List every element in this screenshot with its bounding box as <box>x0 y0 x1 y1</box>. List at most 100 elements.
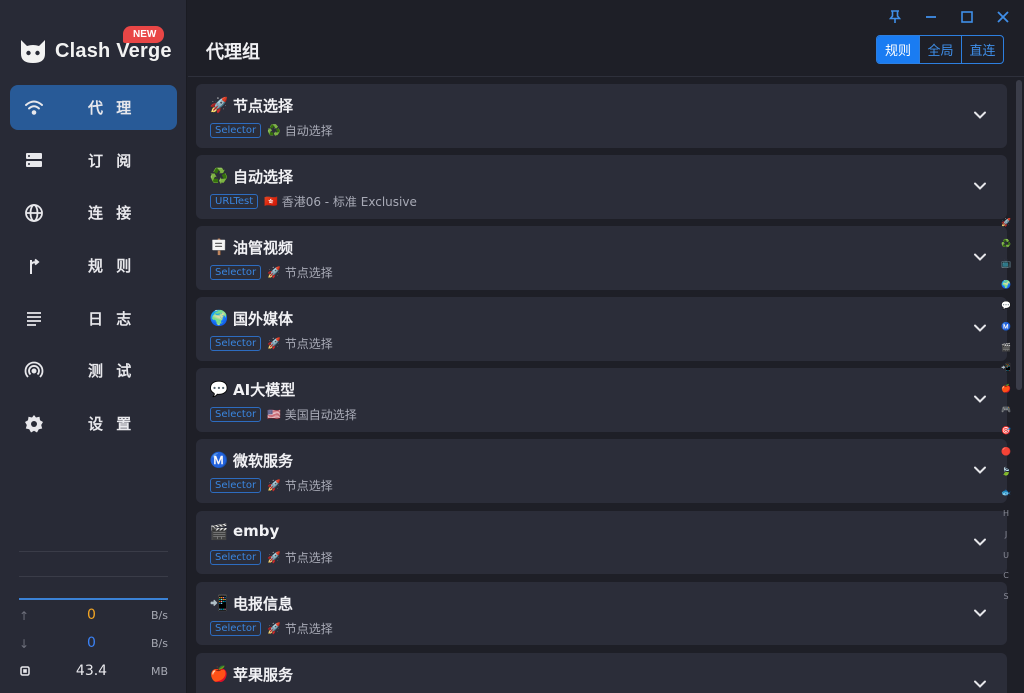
chevron-down-icon[interactable] <box>973 463 987 477</box>
scrollbar-thumb[interactable] <box>1016 80 1022 390</box>
chevron-down-icon[interactable] <box>973 677 987 691</box>
group-emoji-icon: ♻️ <box>209 167 229 186</box>
minimize-icon[interactable] <box>920 6 942 28</box>
proxy-group-card[interactable]: Ⓜ️ 微软服务 Selector 🚀 节点选择 <box>196 439 1007 503</box>
group-current-proxy: 🚀 节点选择 <box>267 549 333 566</box>
chevron-down-icon[interactable] <box>973 179 987 193</box>
group-current-proxy: ♻️ 自动选择 <box>267 122 333 139</box>
group-name: 微软服务 <box>233 452 294 471</box>
pin-icon[interactable] <box>884 6 906 28</box>
index-bar-item[interactable]: 💬 <box>997 295 1015 316</box>
chevron-down-icon[interactable] <box>973 250 987 264</box>
group-emoji-icon: 🍎 <box>209 664 229 683</box>
maximize-icon[interactable] <box>956 6 978 28</box>
sidebar-item-profiles[interactable]: 订 阅 <box>10 138 177 183</box>
mode-rule-button[interactable]: 规则 <box>877 36 919 63</box>
chevron-down-icon[interactable] <box>973 321 987 335</box>
group-emoji-icon: 📲 <box>209 593 229 612</box>
index-bar-item[interactable]: 🎬 <box>997 337 1015 358</box>
index-bar-item[interactable]: 🍎 <box>997 378 1015 399</box>
current-proxy-emoji-icon: 🚀 <box>267 266 281 280</box>
group-emoji-icon: 🌍 <box>209 309 229 328</box>
group-emoji-icon: 🎬 <box>209 522 229 541</box>
chevron-down-icon[interactable] <box>973 392 987 406</box>
group-current-proxy: 🚀 节点选择 <box>267 620 333 637</box>
scrollbar[interactable] <box>1016 80 1022 693</box>
current-proxy-emoji-icon: 🚀 <box>267 621 281 635</box>
group-type-badge: Selector <box>210 620 262 636</box>
close-icon[interactable] <box>992 6 1014 28</box>
fork-icon <box>24 256 44 276</box>
group-index-bar: 🚀 ♻️ 📺 🌍 💬 Ⓜ️ 🎬 📲 🍎 🎮 🎯 🔴 🍃 🐟 H J U C S <box>997 212 1015 607</box>
proxy-group-card[interactable]: 🌍 国外媒体 Selector 🚀 节点选择 <box>196 297 1007 361</box>
download-speed: ↓ 0 B/s <box>19 635 168 655</box>
index-bar-item[interactable]: J <box>997 524 1015 545</box>
server-icon <box>24 150 44 170</box>
download-value: 0 <box>87 635 96 651</box>
sidebar-item-test[interactable]: 测 试 <box>10 348 177 393</box>
index-bar-item[interactable]: ♻️ <box>997 233 1015 254</box>
group-type-badge: Selector <box>210 549 262 565</box>
index-bar-item[interactable]: 🔴 <box>997 441 1015 462</box>
upload-value: 0 <box>87 607 96 623</box>
header-divider <box>188 76 1024 77</box>
index-bar-item[interactable]: 📲 <box>997 358 1015 379</box>
index-bar-item[interactable]: 🎯 <box>997 420 1015 441</box>
divider <box>19 551 168 552</box>
proxy-group-card[interactable]: 💬 AI大模型 Selector 🇺🇸 美国自动选择 <box>196 368 1007 432</box>
sidebar-item-connections[interactable]: 连 接 <box>10 190 177 235</box>
index-bar-item[interactable]: 🎮 <box>997 399 1015 420</box>
current-proxy-emoji-icon: 🇺🇸 <box>267 408 281 422</box>
chevron-down-icon[interactable] <box>973 108 987 122</box>
group-current-proxy: 🚀 节点选择 <box>267 477 333 494</box>
index-bar-item[interactable]: U <box>997 545 1015 566</box>
memory-usage: 43.4 MB <box>19 663 168 683</box>
mode-direct-button[interactable]: 直连 <box>961 36 1003 63</box>
sidebar-item-rules[interactable]: 规 则 <box>10 243 177 288</box>
index-bar-item[interactable]: Ⓜ️ <box>997 316 1015 337</box>
index-bar-item[interactable]: C <box>997 566 1015 587</box>
sidebar-nav: 代 理 订 阅 连 接 规 则 日 志 测 试 设 置 <box>10 85 177 454</box>
memory-unit: MB <box>150 665 168 678</box>
group-current-proxy: 🇭🇰 香港06 - 标准 Exclusive <box>264 193 417 210</box>
divider <box>19 576 168 577</box>
group-current-proxy: 🇺🇸 美国自动选择 <box>267 406 357 423</box>
index-bar-item[interactable]: 🍃 <box>997 462 1015 483</box>
cat-logo-icon <box>21 40 45 63</box>
proxy-group-list: 🚀 节点选择 Selector ♻️ 自动选择 ♻️ 自动选择 URLTest 🇭🇰 香港06 -… <box>196 84 1007 693</box>
group-name: 国外媒体 <box>233 310 294 329</box>
current-proxy-emoji-icon: 🇭🇰 <box>264 195 278 209</box>
proxy-group-card[interactable]: 📲 电报信息 Selector 🚀 节点选择 <box>196 581 1007 646</box>
current-proxy-name: 自动选择 <box>284 124 333 138</box>
gear-icon <box>24 414 44 434</box>
proxy-group-card[interactable]: ♻️ 自动选择 URLTest 🇭🇰 香港06 - 标准 Exclusive <box>196 155 1007 219</box>
sidebar-item-settings[interactable]: 设 置 <box>10 401 177 446</box>
current-proxy-emoji-icon: ♻️ <box>267 124 281 137</box>
new-badge: NEW <box>123 26 165 43</box>
index-bar-item[interactable]: H <box>997 503 1015 524</box>
sidebar-item-logs[interactable]: 日 志 <box>10 296 177 341</box>
chevron-down-icon[interactable] <box>973 606 987 620</box>
group-name: emby <box>233 521 280 540</box>
group-current-proxy: 🚀 节点选择 <box>267 264 333 281</box>
chevron-down-icon[interactable] <box>973 535 987 549</box>
group-emoji-icon: 🪧 <box>209 238 229 257</box>
proxy-mode-switch: 规则 全局 直连 <box>876 35 1004 64</box>
sidebar-item-proxies[interactable]: 代 理 <box>10 85 177 130</box>
proxy-group-card[interactable]: 🪧 油管视频 Selector 🚀 节点选择 <box>196 226 1007 290</box>
index-bar-item[interactable]: 📺 <box>997 254 1015 275</box>
index-bar-item[interactable]: 🌍 <box>997 274 1015 295</box>
proxy-group-card[interactable]: 🎬 emby Selector 🚀 节点选择 <box>196 510 1007 575</box>
index-bar-item[interactable]: 🚀 <box>997 212 1015 233</box>
current-proxy-name: 节点选择 <box>284 266 333 281</box>
group-emoji-icon: 💬 <box>209 380 229 399</box>
index-bar-item[interactable]: 🐟 <box>997 482 1015 503</box>
proxy-group-card[interactable]: 🍎 苹果服务 <box>196 652 1007 693</box>
sidebar-item-label: 测 试 <box>88 362 136 381</box>
group-type-badge: Selector <box>210 478 262 494</box>
proxy-group-card[interactable]: 🚀 节点选择 Selector ♻️ 自动选择 <box>196 84 1007 148</box>
sidebar: Clash Verge NEW 代 理 订 阅 连 接 规 则 日 志 测 试 … <box>0 0 187 693</box>
sidebar-item-label: 规 则 <box>88 257 136 276</box>
mode-global-button[interactable]: 全局 <box>919 36 961 63</box>
index-bar-item[interactable]: S <box>997 586 1015 607</box>
